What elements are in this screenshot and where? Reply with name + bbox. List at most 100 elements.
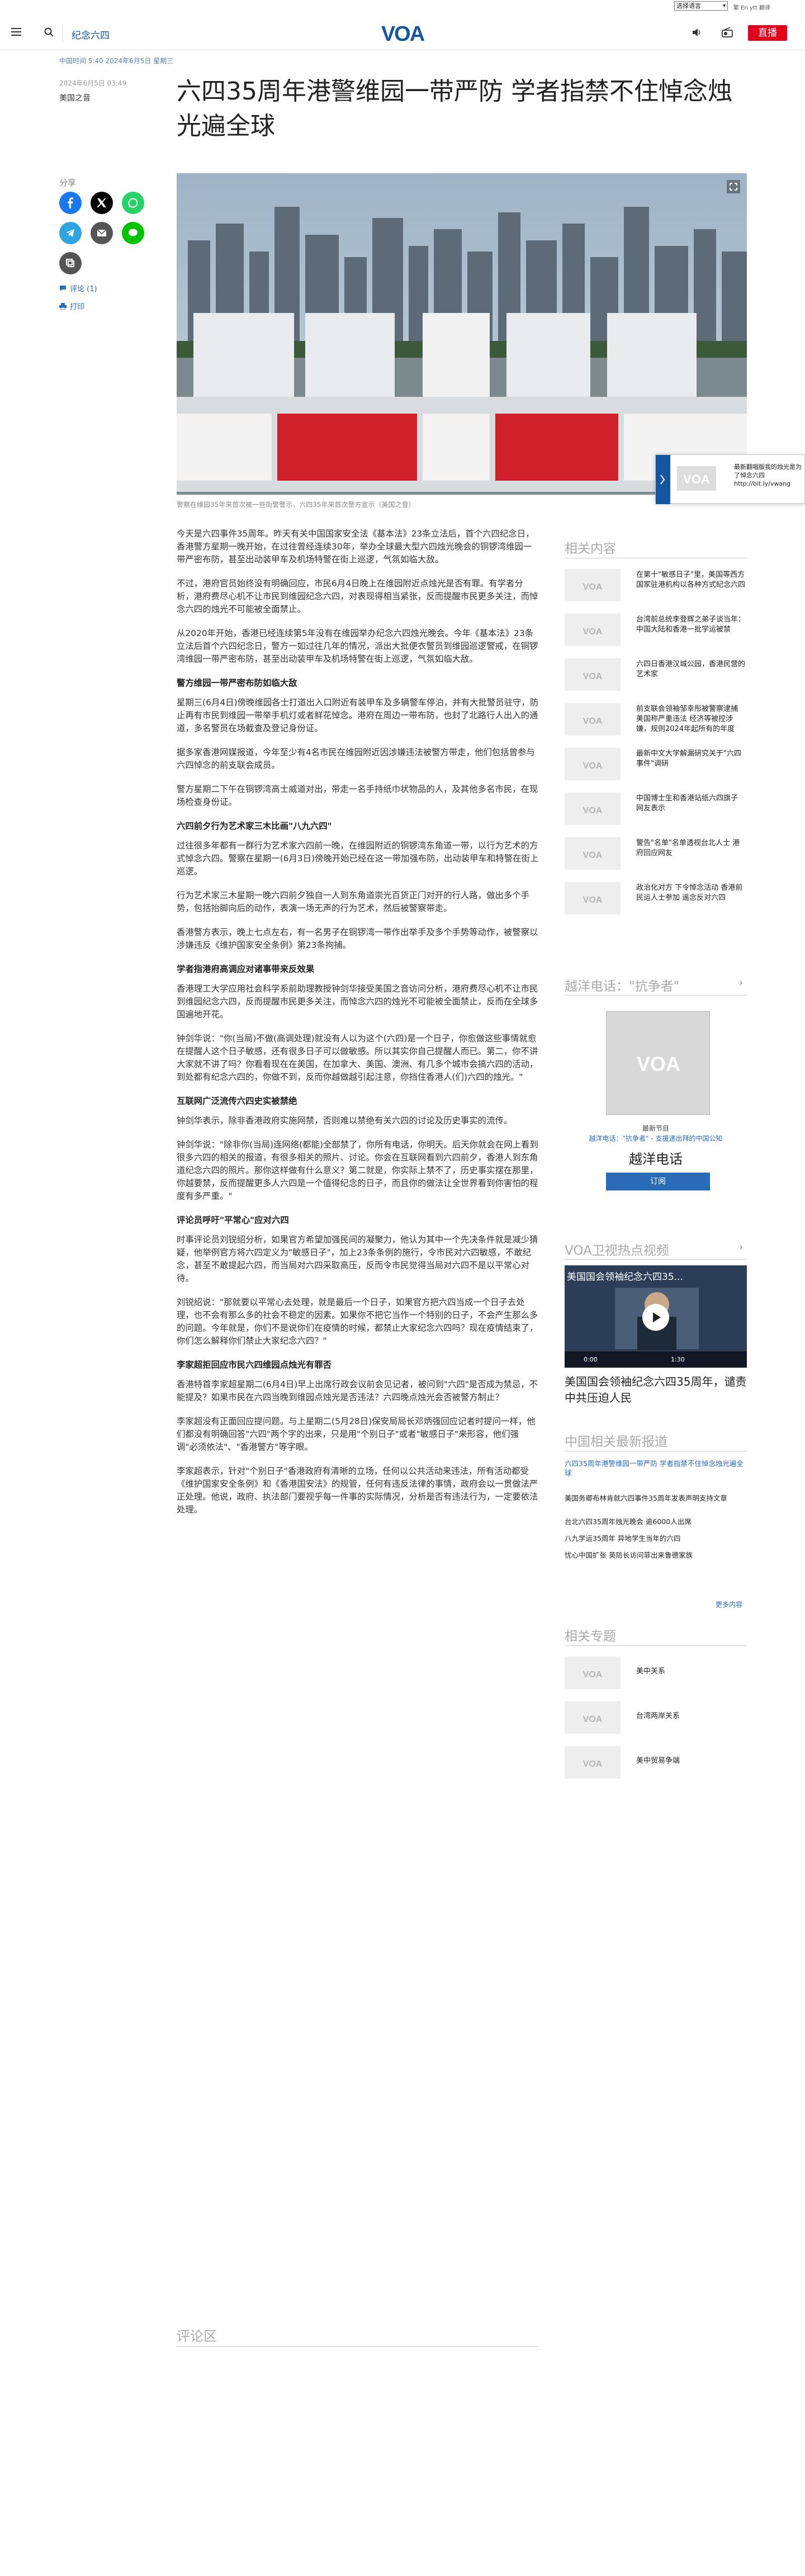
voa-logo-thumb: VOA: [583, 1759, 603, 1769]
comments-link[interactable]: 评论 (1): [59, 283, 97, 293]
hero-photo[interactable]: [177, 173, 747, 495]
topic-thumbnail[interactable]: VOA: [565, 1701, 621, 1734]
voa-logo-thumb: VOA: [683, 472, 710, 486]
hotline-heading[interactable]: 越洋电话："抗争者": [565, 975, 679, 994]
search-icon[interactable]: [44, 27, 55, 38]
play-button[interactable]: [642, 1304, 669, 1331]
top-utility-bar: 选择语言 繁 En ytt 翻译: [0, 0, 805, 12]
hotline-cover[interactable]: VOA: [606, 1011, 710, 1115]
related-item[interactable]: VOA 六四日香港汉城公园，香港民营的艺术家: [565, 658, 747, 694]
popup-accent-bar: [656, 455, 670, 504]
line-icon: [129, 229, 138, 236]
related-thumbnail[interactable]: VOA: [565, 837, 621, 870]
hotline-chevron-icon[interactable]: ›: [739, 977, 743, 989]
publish-date: 2024年6月5日 03:49: [59, 79, 127, 87]
video-chevron-icon[interactable]: ›: [739, 1241, 743, 1253]
topic-item[interactable]: VOA 台湾两岸关系: [565, 1701, 747, 1737]
more-news-item[interactable]: 台北六四35周年烛光晚会 逾6000人出席: [565, 1517, 747, 1526]
more-news-item[interactable]: 忧心中国扩张 英防长访问菲出来鲁德家族: [565, 1550, 747, 1560]
volume-icon[interactable]: [691, 27, 702, 38]
comment-icon: [60, 286, 66, 291]
site-header: 纪念六四 VOA 直播: [0, 16, 805, 50]
email-share-button[interactable]: [91, 222, 113, 244]
svg-text:VOA: VOA: [637, 1052, 680, 1075]
section-link[interactable]: 纪念六四: [72, 27, 110, 41]
article-body: 今天是六四事件35周年。昨天有关中国国家安全法《基本法》23条立法后，首个六四纪…: [177, 528, 539, 1527]
related-thumbnail[interactable]: VOA: [565, 882, 621, 914]
arrow-icon: [660, 475, 665, 485]
radio-icon[interactable]: [721, 27, 733, 38]
body-subheading: 李家超拒回应市民六四维园点烛光有罪否: [177, 1360, 332, 1370]
date-strip: 中国时间 5:40 2024年6月5日 星期三: [59, 57, 174, 65]
related-thumbnail[interactable]: VOA: [565, 703, 621, 736]
topics-divider: [565, 1645, 747, 1646]
related-item[interactable]: VOA 中国博士生和香港站纸六四旗子 网友表示: [565, 793, 747, 828]
whatsapp-share-button[interactable]: [122, 192, 144, 214]
related-title[interactable]: 在第十"敏感日子"里，美国等西方国家驻港机构以各种方式纪念六四: [636, 570, 747, 590]
related-item[interactable]: VOA 前支联会领袖邹幸彤被警察逮捕 美国称严重违法 经济等被控涉嫌，规则2024…: [565, 703, 747, 739]
voa-logo-thumb: VOA: [583, 582, 603, 592]
more-link[interactable]: 更多内容: [716, 1600, 742, 1609]
related-title[interactable]: 前支联会领袖邹幸彤被警察逮捕 美国称严重违法 经济等被控涉嫌，规则2024年起所…: [636, 704, 747, 734]
hotline-latest-episode[interactable]: 越洋电话："抗争者" - 支援递出拜的中国公知: [565, 1133, 747, 1143]
topic-title[interactable]: 美中关系: [636, 1667, 747, 1677]
topic-item[interactable]: VOA 美中关系: [565, 1657, 747, 1692]
facebook-share-button[interactable]: [59, 192, 82, 214]
related-title[interactable]: 六四日香港汉城公园，香港民营的艺术家: [636, 660, 747, 680]
related-thumbnail[interactable]: VOA: [565, 614, 621, 646]
topic-title[interactable]: 美中贸易争端: [636, 1756, 747, 1766]
notification-popup[interactable]: VOA 最新翻唱版我的烛光是为了悼念六四 http://bit.ly/vwang: [655, 454, 805, 504]
body-paragraph: 今天是六四事件35周年。昨天有关中国国家安全法《基本法》23条立法后，首个六四纪…: [177, 529, 534, 564]
print-link[interactable]: 打印: [59, 301, 84, 311]
related-item[interactable]: VOA 最新中文大学解漏研究关于"六四事件"调研: [565, 748, 747, 784]
topic-title[interactable]: 台湾两岸关系: [636, 1711, 747, 1721]
x-share-button[interactable]: [91, 192, 113, 214]
voa-logo-thumb: VOA: [583, 895, 603, 905]
language-select[interactable]: 选择语言: [674, 1, 728, 11]
related-title[interactable]: 最新中文大学解漏研究关于"六四事件"调研: [636, 749, 747, 769]
video-heading[interactable]: VOA卫视热点视频: [565, 1240, 669, 1259]
body-paragraph: 钟剑华说："你(当局)不做(高调处理)就没有人以为这个(六四)是一个日子，你愈做…: [177, 1033, 538, 1082]
related-item[interactable]: VOA 台湾前总统李登辉之弟子谈当年：中国大陆和香港一批学运被禁: [565, 614, 747, 649]
body-paragraph: 警方星期二下午在铜锣湾高士威道对出，带走一名手持纸巾状物品的人，及其他多名市民，…: [177, 784, 538, 807]
related-thumbnail[interactable]: VOA: [565, 658, 621, 691]
related-item[interactable]: VOA 在第十"敏感日子"里，美国等西方国家驻港机构以各种方式纪念六四: [565, 569, 747, 605]
svg-text:VOA: VOA: [583, 806, 603, 815]
related-thumbnail[interactable]: VOA: [565, 748, 621, 780]
related-thumbnail[interactable]: VOA: [565, 793, 621, 825]
comments-heading: 评论区: [177, 2328, 217, 2344]
related-title[interactable]: 政治化对方 下令悼念活动 香港前民运人士参加 遥念反对六四: [636, 883, 747, 903]
telegram-share-button[interactable]: [59, 222, 82, 244]
related-title[interactable]: 中国博士生和香港站纸六四旗子 网友表示: [636, 794, 747, 814]
more-news-item[interactable]: 美国务卿布林肯就六四事件35周年发表声明支持文章: [565, 1493, 747, 1503]
body-subheading: 警方维园一带严密布防如临大敌: [177, 678, 297, 688]
more-news-item[interactable]: 八九学运35周年 异地学生当年的六四: [565, 1534, 747, 1543]
related-title[interactable]: 台湾前总统李登辉之弟子谈当年：中国大陆和香港一批学运被禁: [636, 615, 747, 635]
language-links[interactable]: 繁 En ytt 翻译: [733, 3, 770, 11]
related-thumbnail[interactable]: VOA: [565, 569, 621, 601]
subscribe-button[interactable]: 订阅: [606, 1173, 710, 1190]
author[interactable]: 美国之音: [59, 92, 91, 103]
svg-text:VOA: VOA: [583, 1670, 603, 1680]
copy-link-button[interactable]: [59, 252, 82, 274]
topic-thumbnail[interactable]: VOA: [565, 1657, 621, 1689]
related-item[interactable]: VOA 政治化对方 下令悼念活动 香港前民运人士参加 遥念反对六四: [565, 882, 747, 918]
voa-logo-thumb: VOA: [583, 717, 603, 726]
topic-item[interactable]: VOA 美中贸易争端: [565, 1746, 747, 1782]
copy-icon: [66, 259, 74, 267]
body-paragraph: 时事评论员刘锐绍分析，如果官方希望加强民间的凝聚力，他认为其中一个先决条件就是减…: [177, 1235, 538, 1283]
menu-icon[interactable]: [11, 28, 21, 36]
video-caption[interactable]: 美国国会领袖纪念六四35周年，谴责中共压迫人民: [565, 1374, 747, 1406]
line-share-button[interactable]: [122, 222, 144, 244]
voa-logo[interactable]: VOA: [373, 22, 432, 45]
related-title[interactable]: 警告"名单"名单透视台北人士 港府回应网友: [636, 838, 747, 858]
topic-thumbnail[interactable]: VOA: [565, 1746, 621, 1778]
x-icon: [97, 198, 106, 207]
more-news-item[interactable]: 六四35周年港警维园一带严防 学者指禁不住悼念烛光遍全球: [565, 1459, 747, 1478]
video-divider: [565, 1259, 747, 1260]
more-news-heading[interactable]: 中国相关最新报道: [565, 1431, 667, 1450]
hero-photo-illustration: [177, 173, 747, 495]
facebook-icon: [68, 197, 73, 208]
live-button[interactable]: 直播: [748, 25, 787, 41]
related-item[interactable]: VOA 警告"名单"名单透视台北人士 港府回应网友: [565, 837, 747, 873]
